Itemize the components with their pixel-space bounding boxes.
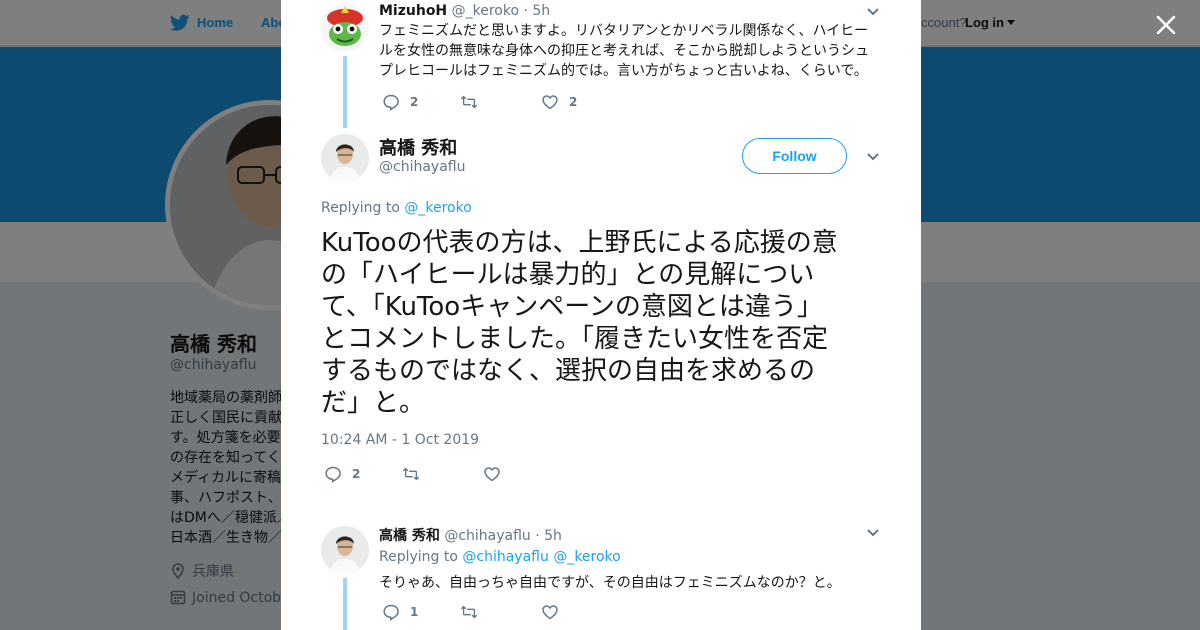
main-text-line: するものではなく、選択の自由を求めるの <box>321 356 816 386</box>
chevron-down-icon[interactable] <box>866 152 880 162</box>
retweet-button[interactable] <box>460 602 488 622</box>
thread-connector <box>343 578 347 630</box>
main-text-line: KuTooの代表の方は、上野氏による応援の意 <box>321 228 838 258</box>
main-tweet-avatar[interactable] <box>321 134 369 182</box>
person-avatar-image <box>321 526 369 574</box>
reply-count: 2 <box>352 467 361 481</box>
reply-icon <box>383 94 399 111</box>
reply-text-line: ルを女性の無意味な身体への抑圧と考えれば、そこから脱却しようというシュ <box>379 43 869 59</box>
main-author-name[interactable]: 高橋 秀和 <box>379 134 457 160</box>
reply-count: 1 <box>410 605 419 619</box>
main-text-line: とコメントしました。「履きたい女性を否定 <box>321 324 829 354</box>
reply-text: フェミニズムだと思いますよ。リバタリアンとかリベラル関係なく、ハイヒー ルを女性… <box>379 21 879 81</box>
reply-timestamp[interactable]: · 5h <box>523 3 550 19</box>
reply-author-handle[interactable]: @_keroko <box>452 3 519 19</box>
main-text-line: だ」と。 <box>321 388 426 418</box>
replying-to-link[interactable]: @_keroko <box>404 200 471 216</box>
like-count: 2 <box>569 95 578 109</box>
retweet-icon <box>460 605 478 619</box>
like-button[interactable]: 2 <box>541 92 577 112</box>
thread-connector <box>343 56 347 128</box>
person-avatar-image <box>321 134 369 182</box>
main-text-line: て、「KuTooキャンペーンの意図とは違う」 <box>321 292 823 322</box>
frog-avatar-image <box>321 4 369 52</box>
reply-icon <box>325 466 341 483</box>
reply-timestamp[interactable]: · 5h <box>535 528 562 544</box>
replying-to: Replying to @_keroko <box>321 200 472 216</box>
reply-author-name[interactable]: 高橋 秀和 <box>379 528 440 544</box>
reply-button[interactable]: 1 <box>382 602 418 622</box>
reply-header: MizuhoH @_keroko · 5h <box>379 3 550 19</box>
retweet-button[interactable] <box>460 92 488 112</box>
reply-count: 2 <box>410 95 419 109</box>
reply-button[interactable]: 2 <box>382 92 418 112</box>
reply-author-name[interactable]: MizuhoH <box>379 3 447 19</box>
close-icon[interactable] <box>1152 11 1180 39</box>
replying-to-prefix: Replying to <box>321 200 400 216</box>
reply-text-line: フェミニズムだと思いますよ。リバタリアンとかリベラル関係なく、ハイヒー <box>379 23 869 39</box>
like-icon <box>542 605 558 620</box>
reply-header: 高橋 秀和 @chihayaflu · 5h <box>379 525 562 545</box>
replying-to-link[interactable]: @_keroko <box>553 549 620 565</box>
main-author-handle[interactable]: @chihayaflu <box>379 159 465 175</box>
main-tweet-actions: 2 <box>324 464 624 484</box>
follow-button[interactable]: Follow <box>742 138 847 174</box>
like-button[interactable] <box>483 464 511 484</box>
retweet-icon <box>460 95 478 109</box>
main-text-line: の「ハイヒールは暴力的」との見解につい <box>321 260 815 290</box>
retweet-icon <box>402 467 420 481</box>
retweet-button[interactable] <box>402 464 430 484</box>
reply-text: そりゃあ、自由っちゃ自由ですが、その自由はフェミニズムなのか？と。 <box>379 573 879 593</box>
reply-button[interactable]: 2 <box>324 464 360 484</box>
like-icon <box>484 467 500 482</box>
tweet-permalink-modal: MizuhoH @_keroko · 5h フェミニズムだと思いますよ。リバタリ… <box>281 0 921 630</box>
replying-to-link[interactable]: @chihayaflu <box>462 549 548 565</box>
like-button[interactable] <box>541 602 569 622</box>
reply-text-line: そりゃあ、自由っちゃ自由ですが、その自由はフェミニズムなのか？と。 <box>379 575 841 591</box>
chevron-down-icon[interactable] <box>866 528 880 538</box>
replying-to-prefix: Replying to <box>379 549 458 565</box>
reply-actions: 1 <box>382 602 682 622</box>
reply-icon <box>383 604 399 621</box>
reply-avatar[interactable] <box>321 526 369 574</box>
reply-text-line: プレヒコールはフェミニズム的では。言い方がちょっと古いよね、くらいで。 <box>379 63 868 79</box>
chevron-down-icon[interactable] <box>866 7 880 17</box>
reply-author-handle[interactable]: @chihayaflu <box>444 528 530 544</box>
like-icon <box>542 95 558 110</box>
replying-to: Replying to @chihayaflu @_keroko <box>379 549 621 565</box>
reply-actions: 2 2 <box>382 92 682 112</box>
reply-avatar[interactable] <box>321 4 369 52</box>
main-tweet-timestamp[interactable]: 10:24 AM - 1 Oct 2019 <box>321 432 479 448</box>
main-tweet-text: KuTooの代表の方は、上野氏による応援の意 の「ハイヒールは暴力的」との見解に… <box>321 227 891 419</box>
